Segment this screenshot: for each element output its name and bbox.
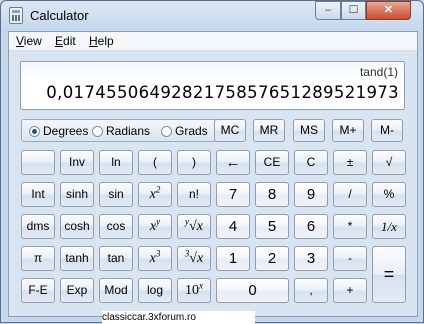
display-panel: tand(1) 0,017455064928217585765128952197… xyxy=(20,61,405,110)
fe-button[interactable]: F-E xyxy=(21,278,55,303)
digit-7-button[interactable]: 7 xyxy=(216,182,250,207)
memory-store-button[interactable]: MS xyxy=(293,119,325,142)
pi-button[interactable]: π xyxy=(21,246,55,271)
ten-power-base: 10 xyxy=(185,283,199,298)
radio-degrees-label: Degrees xyxy=(43,124,89,138)
digit-1-button[interactable]: 1 xyxy=(216,246,250,271)
inverse-button[interactable]: Inv xyxy=(60,150,94,175)
digit-2-button[interactable]: 2 xyxy=(255,246,289,271)
cube-root-base: x xyxy=(196,251,204,266)
backspace-button[interactable]: ← xyxy=(216,150,250,175)
memory-add-button[interactable]: M+ xyxy=(332,119,364,142)
memory-subtract-button[interactable]: M- xyxy=(371,119,403,142)
angle-mode-group: Degrees Radians Grads xyxy=(21,119,217,142)
menu-bar: View Edit Help xyxy=(9,32,417,51)
yroot-base: x xyxy=(196,219,203,234)
calculator-app-icon xyxy=(9,7,23,24)
menu-view[interactable]: View xyxy=(16,34,42,48)
digit-8-button[interactable]: 8 xyxy=(255,182,289,207)
watermark-text: classiccar.3xforum.ro xyxy=(102,311,255,324)
radio-degrees[interactable]: Degrees xyxy=(29,124,88,139)
clear-button[interactable]: C xyxy=(294,150,328,175)
add-button[interactable]: + xyxy=(333,278,367,303)
cube-exponent: 3 xyxy=(155,248,161,259)
memory-recall-button[interactable]: MR xyxy=(253,119,285,142)
close-paren-button[interactable]: ) xyxy=(177,150,211,175)
radio-radians-label: Radians xyxy=(106,124,151,138)
square-button[interactable]: x2 xyxy=(138,182,172,207)
menu-help[interactable]: Help xyxy=(89,34,114,48)
radio-grads-label: Grads xyxy=(175,124,208,138)
tan-button[interactable]: tan xyxy=(99,246,133,271)
digit-9-button[interactable]: 9 xyxy=(294,182,328,207)
clear-entry-button[interactable]: CE xyxy=(255,150,289,175)
ten-power-exponent: x xyxy=(199,280,203,291)
dms-button[interactable]: dms xyxy=(21,214,55,239)
digit-3-button[interactable]: 3 xyxy=(294,246,328,271)
cosh-button[interactable]: cosh xyxy=(60,214,94,239)
calculator-body: View Edit Help tand(1) 0,017455064928217… xyxy=(8,31,418,317)
percent-button[interactable]: % xyxy=(372,182,406,207)
radio-indicator xyxy=(92,126,103,137)
mod-button[interactable]: Mod xyxy=(99,278,133,303)
equals-button[interactable]: = xyxy=(372,246,406,303)
yroot-button[interactable]: y√x xyxy=(177,214,211,239)
square-exponent: 2 xyxy=(155,184,161,195)
sin-button[interactable]: sin xyxy=(99,182,133,207)
int-button[interactable]: Int xyxy=(21,182,55,207)
power-button[interactable]: xy xyxy=(138,214,172,239)
root-symbol: √ xyxy=(189,251,197,266)
cube-root-button[interactable]: 3√x xyxy=(177,246,211,271)
digit-4-button[interactable]: 4 xyxy=(216,214,250,239)
sinh-button[interactable]: sinh xyxy=(60,182,94,207)
factorial-button[interactable]: n! xyxy=(177,182,211,207)
ln-button[interactable]: ln xyxy=(99,150,133,175)
log-button[interactable]: log xyxy=(138,278,172,303)
tanh-button[interactable]: tanh xyxy=(60,246,94,271)
radio-indicator xyxy=(161,126,172,137)
ten-power-button[interactable]: 10x xyxy=(177,278,211,303)
radio-selected-indicator xyxy=(29,126,40,137)
digit-5-button[interactable]: 5 xyxy=(255,214,289,239)
cube-button[interactable]: x3 xyxy=(138,246,172,271)
subtract-button[interactable]: - xyxy=(333,246,367,271)
expression-history: tand(1) xyxy=(359,65,398,79)
reciprocal-button[interactable]: 1/x xyxy=(372,214,406,239)
maximize-button[interactable]: ☐ xyxy=(341,1,366,20)
close-button[interactable]: ✕ xyxy=(366,1,411,20)
digit-0-button[interactable]: 0 xyxy=(216,278,289,303)
memory-clear-button[interactable]: MC xyxy=(214,119,246,142)
decimal-button[interactable]: , xyxy=(294,278,328,303)
blank-button[interactable] xyxy=(21,150,55,175)
open-paren-button[interactable]: ( xyxy=(138,150,172,175)
window-title: Calculator xyxy=(30,8,89,23)
result-display: 0,0174550649282175857651289521973 xyxy=(46,83,399,102)
cos-button[interactable]: cos xyxy=(99,214,133,239)
minimize-button[interactable]: – xyxy=(315,1,341,20)
power-exponent: y xyxy=(156,216,161,227)
root-symbol: √ xyxy=(189,219,197,234)
exp-button[interactable]: Exp xyxy=(60,278,94,303)
radio-grads[interactable]: Grads xyxy=(161,124,208,139)
title-bar[interactable]: Calculator – ☐ ✕ xyxy=(1,1,423,31)
multiply-button[interactable]: * xyxy=(333,214,367,239)
menu-edit[interactable]: Edit xyxy=(55,34,76,48)
calculator-window: Calculator – ☐ ✕ View Edit Help tand(1) … xyxy=(0,0,424,324)
divide-button[interactable]: / xyxy=(333,182,367,207)
radio-radians[interactable]: Radians xyxy=(92,124,150,139)
digit-6-button[interactable]: 6 xyxy=(294,214,328,239)
sqrt-button[interactable]: √ xyxy=(372,150,406,175)
negate-button[interactable]: ± xyxy=(333,150,367,175)
